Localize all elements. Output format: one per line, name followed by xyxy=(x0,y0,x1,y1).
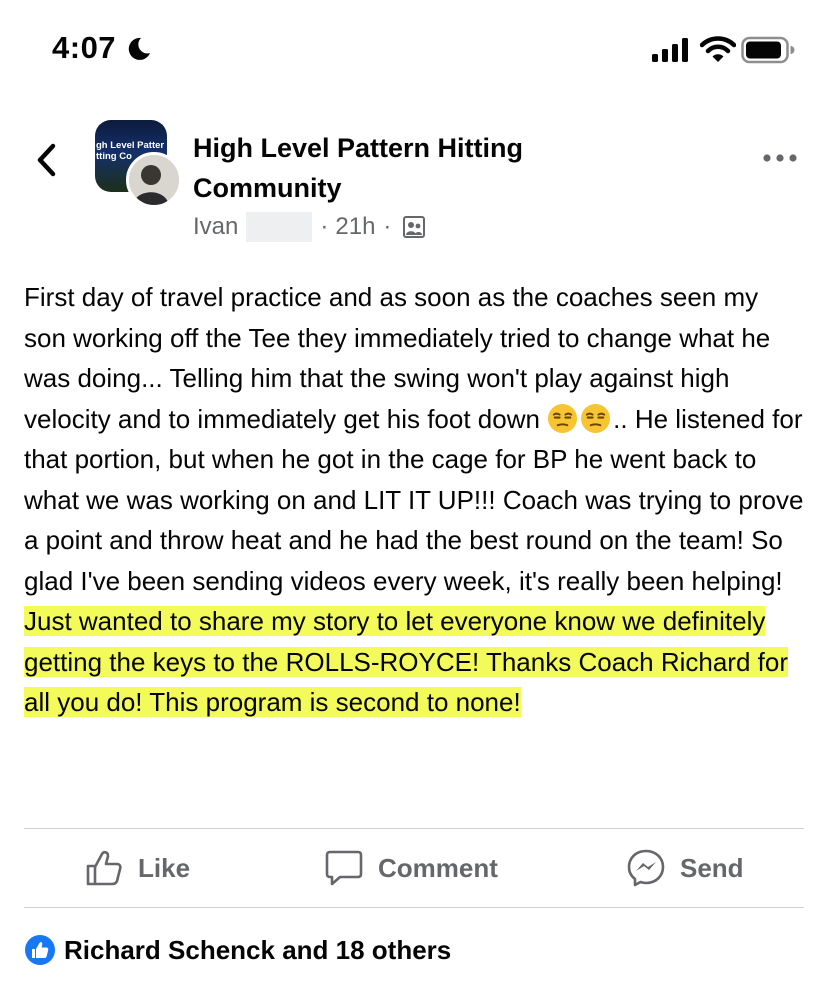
moon-icon xyxy=(128,37,150,60)
reactions-text: Richard Schenck and 18 others xyxy=(64,934,452,965)
like-button[interactable]: Like xyxy=(84,829,190,907)
group-name[interactable]: High Level Pattern Hitting Community xyxy=(193,128,623,208)
send-button[interactable]: Send xyxy=(626,829,744,907)
messenger-icon xyxy=(627,849,665,887)
meta-separator: · xyxy=(320,213,329,240)
status-bar: 4:07 xyxy=(0,0,826,100)
post-body: First day of travel practice and as soon… xyxy=(24,277,804,723)
wifi-icon xyxy=(700,36,736,62)
unamused-face-emoji-icon xyxy=(548,403,578,433)
action-bar: Like Comment Send xyxy=(24,829,804,907)
like-label: Like xyxy=(138,852,191,883)
highlighted-text: Just wanted to share my story to let eve… xyxy=(24,606,788,717)
meta-separator: · xyxy=(383,213,392,240)
status-time: 4:07 xyxy=(52,30,117,65)
divider xyxy=(24,907,804,908)
unamused-face-emoji-icon xyxy=(581,403,611,433)
group-members-icon xyxy=(403,216,426,238)
back-icon[interactable] xyxy=(32,140,62,180)
like-reaction-icon xyxy=(25,935,55,965)
post-meta: Ivan · 21h · xyxy=(193,210,426,244)
author-name[interactable]: Ivan xyxy=(193,213,238,241)
comment-button[interactable]: Comment xyxy=(324,829,498,907)
person-photo-icon xyxy=(129,155,179,205)
author-avatar[interactable] xyxy=(126,152,182,208)
comment-label: Comment xyxy=(378,852,498,883)
send-label: Send xyxy=(680,852,744,883)
reactions-summary[interactable]: Richard Schenck and 18 others xyxy=(24,930,451,970)
battery-icon xyxy=(741,36,795,64)
comment-icon xyxy=(325,850,363,886)
redacted-name xyxy=(246,212,313,242)
more-options-icon[interactable] xyxy=(762,150,798,166)
thumbs-up-icon xyxy=(86,850,122,886)
post-time[interactable]: 21h xyxy=(335,213,375,241)
cellular-signal-icon xyxy=(652,38,688,62)
